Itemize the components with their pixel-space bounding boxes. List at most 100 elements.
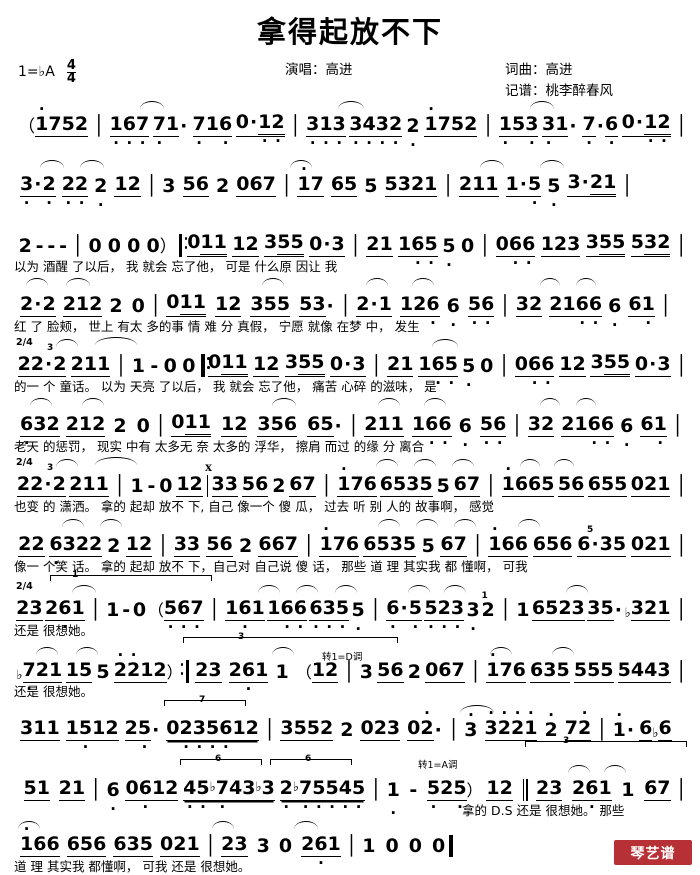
credit-writer: 词曲：高进 bbox=[505, 62, 573, 78]
page-title: 拿得起放不下 bbox=[256, 15, 443, 49]
note-group: 02 · bbox=[407, 704, 434, 741]
barline bbox=[316, 475, 337, 497]
note: 2 · bbox=[544, 706, 558, 742]
note-group: 16 · 1 bbox=[225, 597, 265, 636]
note-group: 26 · 1 bbox=[301, 833, 341, 872]
slur bbox=[412, 278, 434, 286]
note-group: 355 bbox=[284, 351, 325, 377]
note: 1 bbox=[275, 661, 289, 683]
rest: 0 bbox=[131, 295, 145, 317]
note-row: 22·2 211 1 - 0 12 33 56 2 67 1·76 6535 5… bbox=[14, 462, 692, 497]
tuplet-number: 7 bbox=[199, 695, 206, 705]
note: 5 bbox=[436, 475, 450, 497]
note-group: 532 bbox=[630, 231, 671, 257]
barline bbox=[145, 295, 166, 317]
note-group: 6 · 32 bbox=[20, 413, 60, 452]
note-group: 0·1 · 2 · bbox=[235, 111, 285, 150]
barline bbox=[88, 115, 109, 137]
note-group: 3 · 4 · 3 · 2 · bbox=[349, 113, 403, 152]
rest: 0 bbox=[460, 235, 475, 257]
note: 3 · bbox=[466, 599, 480, 638]
rest: 0 bbox=[146, 235, 160, 257]
barline bbox=[345, 235, 366, 257]
note: 3 bbox=[256, 835, 270, 857]
barline bbox=[67, 235, 88, 257]
note-group: 021 bbox=[630, 533, 671, 557]
staff-line: 311 15·12 25·· 02·3·5·6·12 3552 2 023 02… bbox=[0, 695, 700, 755]
note-group: 33 bbox=[173, 533, 201, 557]
note-group: 2·1 bbox=[356, 293, 392, 317]
note-group: 1 · 76 bbox=[319, 520, 360, 557]
note: 1 · bbox=[386, 779, 400, 822]
note: 6 · bbox=[446, 295, 460, 334]
note-group: 011 bbox=[187, 231, 227, 257]
note: 2 bbox=[272, 475, 286, 497]
staff-line: 22 6·322 2 12 33 56 2 667 1·76 6535 5 67… bbox=[0, 515, 700, 575]
note-group: 12 bbox=[214, 293, 242, 317]
rest: 0 bbox=[127, 235, 141, 257]
slur bbox=[424, 398, 446, 406]
barline bbox=[465, 661, 486, 683]
note: 5 · bbox=[442, 235, 456, 274]
note-group: 6535 bbox=[379, 473, 433, 497]
note-group: 2 · ♭7 · 5 · 5 · 4 · 5 · bbox=[279, 777, 366, 816]
note-group: 355 bbox=[264, 231, 304, 257]
note: 2 bbox=[215, 175, 230, 197]
note: 5 · bbox=[547, 175, 561, 214]
barline bbox=[671, 535, 692, 557]
barline bbox=[276, 175, 297, 197]
barline bbox=[204, 599, 225, 621]
key-signature-text: 1=♭A bbox=[18, 64, 55, 81]
note-group: 1 · 76 bbox=[486, 646, 526, 683]
staff-line: 6·32 212 2 0 011 12 356 65· 211 16·6· 6·… bbox=[0, 395, 700, 455]
slur bbox=[378, 519, 400, 527]
note-group: 1 · 752 bbox=[424, 100, 478, 137]
note: 5 bbox=[96, 661, 110, 683]
note-group: 212 bbox=[62, 293, 103, 317]
barline bbox=[443, 719, 464, 741]
staff-area: （ 1·752 1·6·7· 7·1· 7·16· 0·1·2· 3·1·3· … bbox=[0, 95, 700, 875]
note-group: 5321 bbox=[384, 173, 438, 197]
note-group: 16 · 6 · bbox=[411, 413, 452, 452]
note-group: 211 bbox=[70, 353, 111, 377]
note-group: 6·35 bbox=[577, 533, 627, 557]
staff-line: 3 转1=D调 ♭ 7 · 21 15 5 2 · 2 · 12 ） 23 26 · 1 1 （ … bbox=[0, 632, 700, 699]
note: 1 bbox=[362, 835, 376, 857]
note: 1 · bbox=[612, 706, 626, 742]
barline bbox=[85, 779, 106, 801]
note-row: （ 1·752 1·6·7· 7·1· 7·16· 0·1·2· 3·1·3· … bbox=[14, 100, 692, 153]
note-group: 23 bbox=[195, 659, 222, 683]
note-group: 321 bbox=[630, 597, 671, 621]
note: 2 bbox=[109, 295, 123, 317]
note-row: 3··2· 2·2· 2· 12 3 56 2 067 1·7 65 5 532… bbox=[14, 162, 692, 214]
note-group: 23 bbox=[536, 777, 563, 801]
note-group: 51 bbox=[23, 777, 50, 801]
note-group: 56 bbox=[182, 173, 209, 197]
note-group: 2 · 2 · bbox=[61, 173, 89, 212]
note: 12 bbox=[481, 591, 495, 621]
staff-line: 3··2· 2·2· 2· 12 3 56 2 067 1·7 65 5 532… bbox=[0, 155, 700, 215]
note: 5 bbox=[421, 535, 435, 557]
note-row: 2 - - - 0 0 0 0 ） 011 12 355 0·3 21 16·5… bbox=[14, 227, 692, 274]
note-group: 22·2 bbox=[16, 473, 66, 497]
note-group: 56 bbox=[557, 473, 585, 497]
note-group: 22·2 bbox=[17, 353, 67, 377]
note-group: 67 bbox=[440, 533, 467, 557]
slur bbox=[520, 459, 540, 467]
slur bbox=[518, 519, 540, 527]
barline bbox=[335, 295, 356, 317]
note-group: 67 bbox=[644, 777, 671, 801]
slur bbox=[262, 278, 284, 286]
note-group: 16 · 5 · bbox=[398, 233, 438, 272]
barline bbox=[655, 295, 676, 317]
barline bbox=[110, 355, 131, 377]
note: 3 · bbox=[464, 706, 478, 742]
barline bbox=[495, 599, 516, 621]
note-group: 656 bbox=[66, 833, 107, 857]
slur bbox=[378, 398, 400, 406]
note-group: 635 bbox=[113, 833, 154, 857]
key-change-label: 转1=A调 bbox=[418, 760, 458, 771]
rest: 0 bbox=[88, 235, 102, 257]
barline bbox=[474, 235, 495, 257]
note-group: 6535 bbox=[363, 533, 417, 557]
